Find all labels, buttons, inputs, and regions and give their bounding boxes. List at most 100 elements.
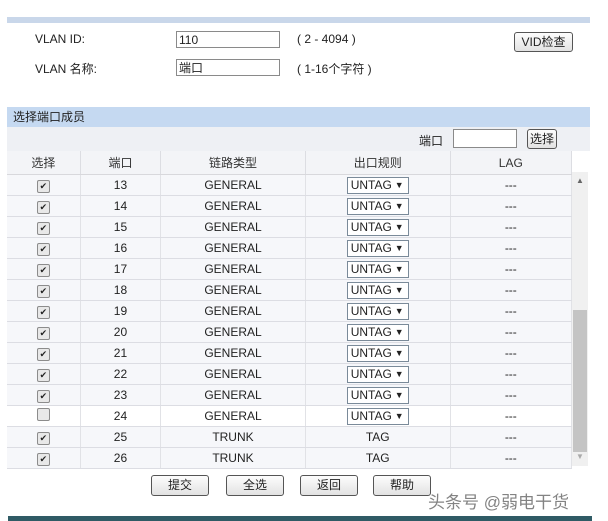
- link-type: GENERAL: [160, 342, 306, 364]
- egress-rule-value: UNTAG: [350, 303, 392, 318]
- dropdown-arrow-icon: ▼: [394, 242, 404, 253]
- vlan-id-input[interactable]: 110: [176, 31, 280, 48]
- port-filter-bar: 端口 选择: [7, 127, 590, 151]
- port-number: 20: [80, 321, 162, 343]
- egress-rule-value: TAG: [365, 451, 390, 465]
- port-number: 17: [80, 258, 162, 280]
- lag-value: ---: [450, 426, 573, 448]
- egress-rule-dropdown[interactable]: UNTAG ▼: [346, 407, 409, 425]
- egress-rule-cell: TAG: [305, 447, 451, 469]
- egress-rule-cell: UNTAG ▼: [305, 216, 451, 238]
- egress-rule-dropdown[interactable]: UNTAG ▼: [346, 239, 409, 257]
- link-type: GENERAL: [160, 258, 306, 280]
- dropdown-arrow-icon: ▼: [394, 368, 404, 379]
- column-header: LAG: [450, 151, 573, 175]
- port-number: 15: [80, 216, 162, 238]
- vlan-name-input[interactable]: 端口: [176, 59, 280, 76]
- lag-value: ---: [450, 216, 573, 238]
- lag-value: ---: [450, 279, 573, 301]
- egress-rule-cell: UNTAG ▼: [305, 195, 451, 217]
- port-select-checkbox[interactable]: ✔: [36, 389, 50, 403]
- egress-rule-dropdown[interactable]: UNTAG ▼: [346, 281, 409, 299]
- port-filter-input[interactable]: [453, 129, 517, 148]
- column-header: 端口: [80, 151, 162, 175]
- table-row: 24 GENERAL UNTAG ▼ ---: [7, 405, 573, 427]
- scroll-up-arrow-icon[interactable]: ▲: [576, 176, 584, 185]
- egress-rule-cell: UNTAG ▼: [305, 258, 451, 280]
- vlan-id-hint: ( 2 - 4094 ): [297, 32, 356, 46]
- table-row: ✔ 19 GENERAL UNTAG ▼ ---: [7, 300, 573, 322]
- help-button[interactable]: 帮助: [373, 475, 431, 496]
- egress-rule-value: UNTAG: [350, 324, 392, 339]
- egress-rule-dropdown[interactable]: UNTAG ▼: [346, 260, 409, 278]
- dropdown-arrow-icon: ▼: [394, 179, 404, 190]
- port-select-checkbox[interactable]: ✔: [36, 305, 50, 319]
- column-header: 出口规则: [305, 151, 451, 175]
- link-type: GENERAL: [160, 237, 306, 259]
- port-number: 23: [80, 384, 162, 406]
- port-select-checkbox[interactable]: ✔: [36, 200, 50, 214]
- lag-value: ---: [450, 342, 573, 364]
- select-all-button[interactable]: 全选: [226, 475, 284, 496]
- egress-rule-cell: UNTAG ▼: [305, 342, 451, 364]
- port-members-section-title: 选择端口成员: [7, 107, 590, 127]
- port-select-checkbox[interactable]: [36, 408, 50, 421]
- dropdown-arrow-icon: ▼: [394, 326, 404, 337]
- egress-rule-dropdown[interactable]: UNTAG ▼: [346, 302, 409, 320]
- column-header: 链路类型: [160, 151, 306, 175]
- egress-rule-dropdown[interactable]: UNTAG ▼: [346, 344, 409, 362]
- egress-rule-cell: UNTAG ▼: [305, 321, 451, 343]
- lag-value: ---: [450, 384, 573, 406]
- port-filter-label: 端口: [419, 134, 444, 148]
- egress-rule-value: UNTAG: [350, 282, 392, 297]
- table-row: ✔ 15 GENERAL UNTAG ▼ ---: [7, 216, 573, 238]
- back-button[interactable]: 返回: [300, 475, 358, 496]
- table-row: ✔ 21 GENERAL UNTAG ▼ ---: [7, 342, 573, 364]
- link-type: GENERAL: [160, 300, 306, 322]
- link-type: GENERAL: [160, 195, 306, 217]
- dropdown-arrow-icon: ▼: [394, 221, 404, 232]
- submit-button[interactable]: 提交: [151, 475, 209, 496]
- port-select-checkbox[interactable]: ✔: [36, 179, 50, 193]
- egress-rule-dropdown[interactable]: UNTAG ▼: [346, 365, 409, 383]
- egress-rule-value: TAG: [365, 430, 390, 444]
- port-select-checkbox[interactable]: ✔: [36, 263, 50, 277]
- port-select-checkbox[interactable]: ✔: [36, 431, 50, 445]
- port-number: 21: [80, 342, 162, 364]
- vid-check-button[interactable]: VID检查: [514, 32, 573, 52]
- link-type: GENERAL: [160, 279, 306, 301]
- dropdown-arrow-icon: ▼: [394, 284, 404, 295]
- scroll-down-arrow-icon[interactable]: ▼: [576, 452, 584, 461]
- port-number: 26: [80, 447, 162, 469]
- egress-rule-dropdown[interactable]: UNTAG ▼: [346, 197, 409, 215]
- port-select-checkbox[interactable]: ✔: [36, 221, 50, 235]
- table-row: ✔ 16 GENERAL UNTAG ▼ ---: [7, 237, 573, 259]
- port-select-checkbox[interactable]: ✔: [36, 368, 50, 382]
- egress-rule-dropdown[interactable]: UNTAG ▼: [346, 323, 409, 341]
- dropdown-arrow-icon: ▼: [394, 389, 404, 400]
- egress-rule-dropdown[interactable]: UNTAG ▼: [346, 218, 409, 236]
- link-type: TRUNK: [160, 447, 306, 469]
- lag-value: ---: [450, 237, 573, 259]
- port-select-button[interactable]: 选择: [527, 129, 557, 149]
- egress-rule-value: UNTAG: [350, 198, 392, 213]
- egress-rule-value: UNTAG: [350, 177, 392, 192]
- port-select-checkbox[interactable]: ✔: [36, 347, 50, 361]
- port-select-checkbox[interactable]: ✔: [36, 284, 50, 298]
- port-select-checkbox[interactable]: ✔: [36, 326, 50, 340]
- egress-rule-value: UNTAG: [350, 366, 392, 381]
- port-table: 选择 端口 链路类型 出口规则 LAG ✔ 13 GENERAL UNTAG ▼ --- ✔…: [7, 151, 573, 469]
- port-select-checkbox[interactable]: ✔: [36, 242, 50, 256]
- port-number: 25: [80, 426, 162, 448]
- port-number: 19: [80, 300, 162, 322]
- egress-rule-dropdown[interactable]: UNTAG ▼: [346, 386, 409, 404]
- dropdown-arrow-icon: ▼: [394, 263, 404, 274]
- egress-rule-dropdown[interactable]: UNTAG ▼: [346, 176, 409, 194]
- port-number: 18: [80, 279, 162, 301]
- dropdown-arrow-icon: ▼: [394, 347, 404, 358]
- port-number: 16: [80, 237, 162, 259]
- dropdown-arrow-icon: ▼: [394, 200, 404, 211]
- bottom-divider: [8, 516, 592, 521]
- port-select-checkbox[interactable]: ✔: [36, 452, 50, 466]
- scrollbar-thumb[interactable]: [573, 310, 587, 452]
